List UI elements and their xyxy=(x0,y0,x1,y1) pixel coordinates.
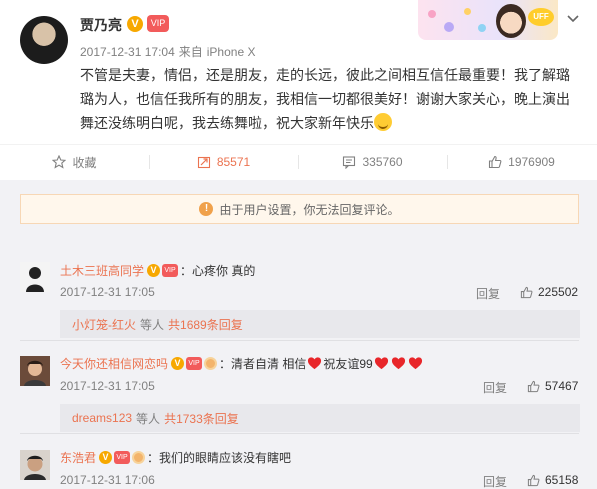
commenter-name[interactable]: 今天你还相信网恋吗 xyxy=(60,355,168,372)
sub-reply-user[interactable]: 小灯笼-红火 xyxy=(72,316,136,333)
banner-tag: UFF xyxy=(528,8,554,26)
warning-icon: ! xyxy=(199,202,214,216)
favorite-button[interactable]: 收藏 xyxy=(0,145,149,179)
like-button[interactable]: 1976909 xyxy=(447,145,596,179)
favorite-label: 收藏 xyxy=(72,155,97,170)
comment-count: 335760 xyxy=(362,155,403,169)
comment-like-button[interactable]: 57467 xyxy=(527,379,578,393)
thumbs-up-icon xyxy=(489,155,502,169)
comment-divider xyxy=(20,433,579,434)
like-count: 1976909 xyxy=(508,155,555,169)
profile-card-banner: UFF xyxy=(418,0,558,40)
comment-content: 东浩君 V VIP ：我们的眼睛应该没有瞎吧 xyxy=(60,449,291,466)
reply-button[interactable]: 回复 xyxy=(483,379,507,396)
vip-badge-icon: VIP xyxy=(186,357,203,370)
comment-content: 土木三班高同学 V VIP ：心疼你 真的 xyxy=(60,262,255,279)
comments-section: ! 由于用户设置，你无法回复评论。 土木三班高同学 V VIP ：心疼你 真的 … xyxy=(0,180,597,489)
vip-badge-icon: VIP xyxy=(114,451,131,464)
comment-text: ：心疼你 真的 xyxy=(180,264,256,278)
comment-text-part1: ：清者自清 相信 xyxy=(219,357,307,371)
star-icon xyxy=(52,155,67,169)
notice-text: 由于用户设置，你无法回复评论。 xyxy=(219,202,400,217)
repost-count: 85571 xyxy=(216,155,251,169)
comment-icon xyxy=(343,156,356,169)
smile-emoji-icon xyxy=(374,113,392,131)
thumbs-up-icon xyxy=(527,474,540,486)
medal-icon xyxy=(132,451,146,464)
comment-button[interactable]: 335760 xyxy=(298,145,447,179)
sub-reply-count[interactable]: 共1689条回复 xyxy=(168,316,243,333)
comment-text-part2: 祝友谊99 xyxy=(323,357,373,371)
comment-like-button[interactable]: 225502 xyxy=(520,285,578,299)
sub-replies-box[interactable]: dreams123 等人 共1733条回复 xyxy=(60,404,580,432)
comment-like-button[interactable]: 65158 xyxy=(527,473,578,487)
sub-reply-count[interactable]: 共1733条回复 xyxy=(164,410,239,427)
vip-badge-icon: VIP xyxy=(162,264,179,277)
verified-badge-icon: V xyxy=(171,357,185,370)
verified-badge-icon: V xyxy=(99,451,113,464)
comment-divider xyxy=(20,340,579,341)
thumbs-up-icon xyxy=(527,380,540,392)
weibo-post: 贾乃亮 V VIP UFF 2017-12-31 17:04 来自 iPhone X… xyxy=(0,0,597,180)
author-avatar[interactable] xyxy=(20,16,68,64)
sub-reply-mid: 等人 xyxy=(136,411,161,426)
comment-like-count: 65158 xyxy=(545,473,579,487)
verified-badge-icon: V xyxy=(147,264,161,277)
reply-disabled-notice: ! 由于用户设置，你无法回复评论。 xyxy=(20,194,579,224)
repost-button[interactable]: 85571 xyxy=(149,145,298,179)
post-body: 不管是夫妻，情侣，还是朋友，走的长远，彼此之间相互信任最重要！我了解璐璐为人，也… xyxy=(80,63,580,135)
sub-reply-user[interactable]: dreams123 xyxy=(72,411,132,425)
heart-icon xyxy=(308,357,322,370)
comment-content: 今天你还相信网恋吗 V VIP ：清者自清 相信 祝友谊99 xyxy=(60,355,424,372)
commenter-avatar[interactable] xyxy=(20,356,50,386)
heart-icon xyxy=(391,357,405,370)
repost-icon xyxy=(197,156,210,169)
commenter-name[interactable]: 东浩君 xyxy=(60,449,96,466)
comment-date: 2017-12-31 17:06 xyxy=(60,473,155,487)
post-meta: 2017-12-31 17:04 来自 iPhone X xyxy=(80,43,259,60)
comment-date: 2017-12-31 17:05 xyxy=(60,379,155,393)
post-date[interactable]: 2017-12-31 17:04 xyxy=(80,45,175,59)
thumbs-up-icon xyxy=(520,286,533,298)
commenter-avatar[interactable] xyxy=(20,262,50,292)
comment-like-count: 225502 xyxy=(538,285,579,299)
heart-icon xyxy=(374,357,388,370)
comment-date: 2017-12-31 17:05 xyxy=(60,285,155,299)
author-name[interactable]: 贾乃亮 xyxy=(80,15,122,35)
medal-icon xyxy=(204,357,218,370)
verified-badge-icon: V xyxy=(127,16,143,32)
banner-portrait xyxy=(496,4,526,38)
sub-reply-mid: 等人 xyxy=(140,317,165,332)
reply-button[interactable]: 回复 xyxy=(476,285,500,302)
commenter-avatar[interactable] xyxy=(20,450,50,480)
source-prefix: 来自 xyxy=(178,45,203,59)
chevron-down-icon[interactable] xyxy=(566,12,580,26)
commenter-name[interactable]: 土木三班高同学 xyxy=(60,262,144,279)
comment-like-count: 57467 xyxy=(545,379,579,393)
post-source: iPhone X xyxy=(206,45,256,59)
sub-replies-box[interactable]: 小灯笼-红火 等人 共1689条回复 xyxy=(60,310,580,338)
reply-button[interactable]: 回复 xyxy=(483,473,507,489)
heart-icon xyxy=(408,357,422,370)
vip-badge-icon: VIP xyxy=(147,15,169,32)
comment-text: ：我们的眼睛应该没有瞎吧 xyxy=(147,451,292,465)
post-text: 不管是夫妻，情侣，还是朋友，走的长远，彼此之间相互信任最重要！我了解璐璐为人，也… xyxy=(80,67,570,131)
post-action-bar: 收藏 85571 335760 1976909 xyxy=(0,144,597,178)
